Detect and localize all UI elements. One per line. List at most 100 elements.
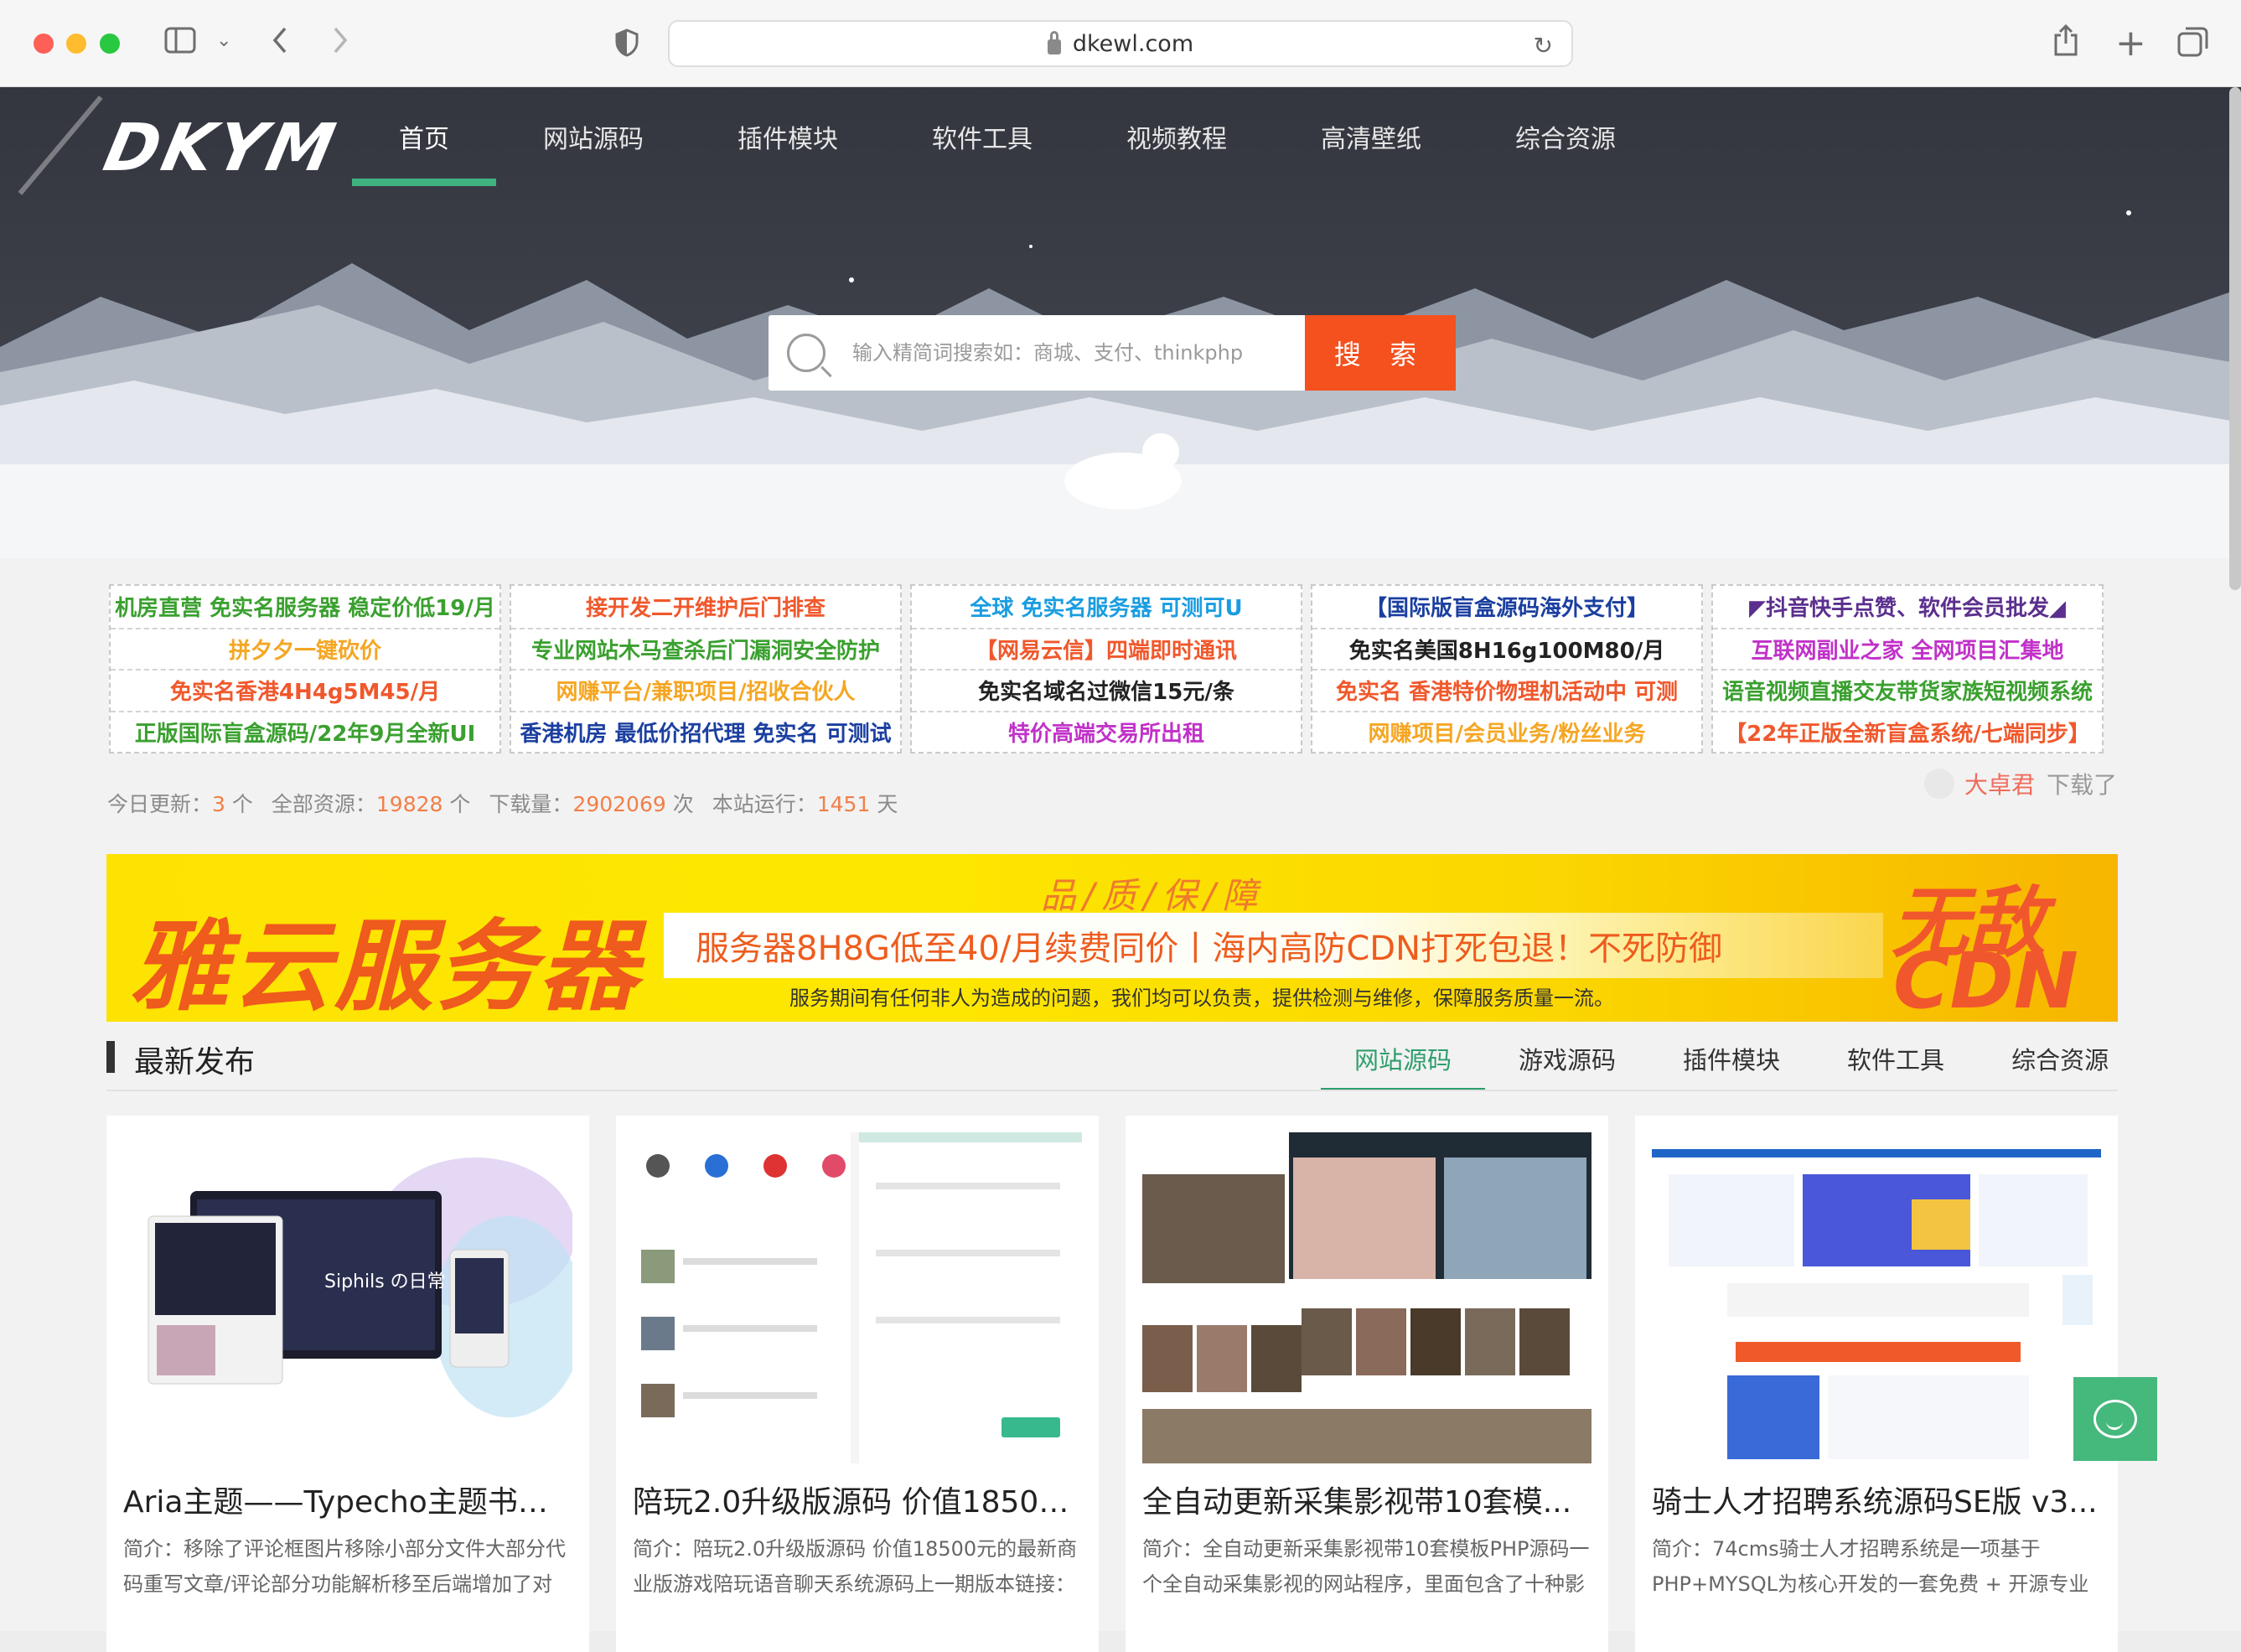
stat-today: 今日更新：3 个: [107, 792, 253, 816]
resource-card[interactable]: 陪玩2.0升级版源码 价值18500... 简介：陪玩2.0升级版源码 价值18…: [616, 1116, 1099, 1652]
ad-link[interactable]: ◤抖音快手点赞、软件会员批发◢: [1713, 586, 2102, 628]
nav-item-home[interactable]: 首页: [352, 87, 496, 186]
nav-item-website-source[interactable]: 网站源码: [496, 87, 691, 186]
ad-link[interactable]: 语音视频直播交友带货家族短视频系统: [1713, 669, 2102, 711]
chat-support-button[interactable]: [2073, 1377, 2157, 1461]
card-description: 简介：74cms骑士人才招聘系统是一项基于PHP+MYSQL为核心开发的一套免费…: [1652, 1537, 2089, 1596]
address-url: dkewl.com: [1072, 30, 1194, 57]
ad-link[interactable]: 免实名香港4H4g5M45/月: [111, 669, 499, 711]
ad-link[interactable]: 互联网副业之家 全网项目汇集地: [1713, 627, 2102, 670]
ad-link[interactable]: 香港机房 最低价招代理 免实名 可测试: [511, 710, 900, 753]
banner-headline: 服务器8H8G低至40/月续费同价丨海内高防CDN打死包退！不死防御: [664, 913, 1883, 978]
nav-item-wallpapers[interactable]: 高清壁纸: [1274, 87, 1468, 186]
main-navigation: 首页 网站源码 插件模块 软件工具 视频教程 高清壁纸 综合资源: [352, 87, 1663, 186]
ad-link[interactable]: 免实名 香港特价物理机活动中 可测: [1312, 669, 1701, 711]
card-title[interactable]: Aria主题——Typecho主题书写...: [123, 1478, 572, 1521]
search-icon: [787, 334, 825, 372]
card-title[interactable]: 全自动更新采集影视带10套模...: [1142, 1478, 1591, 1521]
tab-website-source[interactable]: 网站源码: [1321, 1026, 1486, 1091]
ad-column: 机房直营 免实名服务器 稳定价低19/月 拼夕夕一键砍价 免实名香港4H4g5M45…: [109, 584, 501, 753]
thumb-caption: Siphils の日常: [324, 1271, 446, 1292]
resource-card-list: Siphils の日常 Aria主题——Typecho主题书写... 简介：移除…: [106, 1116, 2118, 1652]
back-arrow-icon[interactable]: [270, 23, 290, 63]
minimize-window-button[interactable]: [66, 34, 86, 54]
card-thumbnail[interactable]: [1142, 1132, 1591, 1463]
site-header: DKYM 首页 网站源码 插件模块 软件工具 视频教程 高清壁纸 综合资源 搜 …: [0, 87, 2241, 558]
new-tab-icon[interactable]: +: [2115, 25, 2146, 62]
ad-link[interactable]: 机房直营 免实名服务器 稳定价低19/月: [111, 586, 499, 628]
chevron-down-icon[interactable]: ⌄: [216, 32, 231, 50]
recent-action: 下载了: [2046, 771, 2117, 799]
ad-link[interactable]: 免实名美国8H16g100M80/月: [1312, 627, 1701, 670]
recent-user-name[interactable]: 大卓君: [1964, 767, 2035, 800]
reload-icon[interactable]: ↻: [1534, 32, 1553, 60]
tab-software[interactable]: 软件工具: [1814, 1026, 1978, 1091]
share-icon[interactable]: [2052, 23, 2080, 63]
tab-plugins[interactable]: 插件模块: [1649, 1026, 1814, 1091]
page-scrollbar[interactable]: [2229, 87, 2241, 590]
browser-toolbar: ⌄ dkewl.com ↻ +: [0, 0, 2241, 87]
ad-link[interactable]: 免实名域名过微信15元/条: [912, 669, 1301, 711]
site-stats: 今日更新：3 个 全部资源：19828 个 下载量：2902069 次 本站运行…: [107, 788, 898, 818]
ad-column: 接开发二开维护后门排查 专业网站木马查杀后门漏洞安全防护 网赚平台/兼职项目/招收合…: [510, 584, 902, 753]
search-input[interactable]: [851, 317, 1305, 389]
card-thumbnail[interactable]: [1652, 1132, 2101, 1463]
address-bar[interactable]: dkewl.com ↻: [668, 20, 1573, 67]
search-button[interactable]: 搜 索: [1305, 315, 1456, 391]
chat-bubble-icon: [2093, 1400, 2137, 1438]
sidebar-toggle-icon[interactable]: [164, 27, 196, 60]
banner-quality: 品/质/保/障: [1041, 875, 1265, 916]
card-thumbnail[interactable]: Siphils の日常: [123, 1132, 572, 1463]
stat-downloads: 下载量：2902069 次: [489, 792, 694, 816]
nav-item-resources[interactable]: 综合资源: [1468, 87, 1663, 186]
lock-icon: [1047, 31, 1061, 54]
stat-total: 全部资源：19828 个: [271, 792, 471, 816]
tab-game-source[interactable]: 游戏源码: [1485, 1026, 1649, 1091]
nav-item-plugins[interactable]: 插件模块: [691, 87, 885, 186]
stat-running: 本站运行：1451 天: [712, 792, 898, 816]
text-ad-grid: 机房直营 免实名服务器 稳定价低19/月 拼夕夕一键砍价 免实名香港4H4g5M45…: [109, 584, 2104, 753]
ad-link[interactable]: 【国际版盲盒源码海外支付】: [1312, 586, 1701, 628]
ad-column: 全球 免实名服务器 可测可U 【网易云信】四端即时通讯 免实名域名过微信15元/条特…: [910, 584, 1302, 753]
promo-banner[interactable]: 雅云服务器 品/质/保/障 服务器8H8G低至40/月续费同价丨海内高防CDN打…: [106, 854, 2118, 1022]
nav-item-software[interactable]: 软件工具: [885, 87, 1079, 186]
forward-arrow-icon[interactable]: [330, 23, 350, 63]
resource-card[interactable]: 骑士人才招聘系统源码SE版 v3... 简介：74cms骑士人才招聘系统是一项基…: [1635, 1116, 2118, 1652]
tab-resources[interactable]: 综合资源: [1978, 1026, 2142, 1091]
search-box: 搜 索: [769, 315, 1456, 391]
privacy-shield-icon[interactable]: [614, 28, 639, 63]
banner-subtext: 服务期间有任何非人为造成的问题，我们均可以负责，提供检测与维修，保障服务质量一流…: [789, 987, 1614, 1010]
card-title[interactable]: 陪玩2.0升级版源码 价值18500...: [633, 1478, 1082, 1521]
banner-brand: 雅云服务器: [130, 909, 642, 1022]
tab-overview-icon[interactable]: [2177, 25, 2209, 63]
avatar: [1923, 769, 1954, 799]
ad-link[interactable]: 专业网站木马查杀后门漏洞安全防护: [511, 627, 900, 670]
ad-link[interactable]: 网赚项目/会员业务/粉丝业务: [1312, 710, 1701, 753]
ad-link[interactable]: 接开发二开维护后门排查: [511, 586, 900, 628]
card-description: 简介：全自动更新采集影视带10套模板PHP源码一个全自动采集影视的网站程序，里面…: [1142, 1537, 1590, 1596]
zoom-window-button[interactable]: [100, 34, 120, 54]
section-divider: [106, 1090, 2118, 1091]
nav-item-video-tutorials[interactable]: 视频教程: [1079, 87, 1274, 186]
card-description: 简介：陪玩2.0升级版源码 价值18500元的最新商业版游戏陪玩语音聊天系统源码…: [633, 1537, 1078, 1596]
resource-card[interactable]: 全自动更新采集影视带10套模... 简介：全自动更新采集影视带10套模板PHP源…: [1126, 1116, 1608, 1652]
site-logo[interactable]: DKYM: [97, 111, 344, 186]
banner-right-bottom: CDN: [1893, 936, 2078, 1022]
card-description: 简介：移除了评论框图片移除小部分文件大部分代码重写文章/评论部分功能解析移至后端…: [123, 1537, 566, 1596]
section-title: 最新发布: [134, 1045, 256, 1080]
ad-link[interactable]: 全球 免实名服务器 可测可U: [912, 586, 1301, 628]
ad-link[interactable]: 【网易云信】四端即时通讯: [912, 627, 1301, 670]
section-marker: [106, 1041, 115, 1073]
ad-column: 【国际版盲盒源码海外支付】 免实名美国8H16g100M80/月 免实名 香港特价物…: [1311, 584, 1703, 753]
ad-link[interactable]: 特价高端交易所出租: [912, 710, 1301, 753]
resource-card[interactable]: Siphils の日常 Aria主题——Typecho主题书写... 简介：移除…: [106, 1116, 589, 1652]
card-thumbnail[interactable]: [633, 1132, 1082, 1463]
category-tabs: 网站源码 游戏源码 插件模块 软件工具 综合资源: [1321, 1026, 2142, 1091]
ad-link[interactable]: 网赚平台/兼职项目/招收合伙人: [511, 669, 900, 711]
ad-column: ◤抖音快手点赞、软件会员批发◢ 互联网副业之家 全网项目汇集地 语音视频直播交友带货…: [1711, 584, 2104, 753]
ad-link[interactable]: 正版国际盲盒源码/22年9月全新UI: [111, 710, 499, 753]
card-title[interactable]: 骑士人才招聘系统源码SE版 v3...: [1652, 1478, 2101, 1521]
ad-link[interactable]: 【22年正版全新盲盒系统/七端同步】: [1713, 710, 2102, 753]
ad-link[interactable]: 拼夕夕一键砍价: [111, 627, 499, 670]
close-window-button[interactable]: [34, 34, 54, 54]
